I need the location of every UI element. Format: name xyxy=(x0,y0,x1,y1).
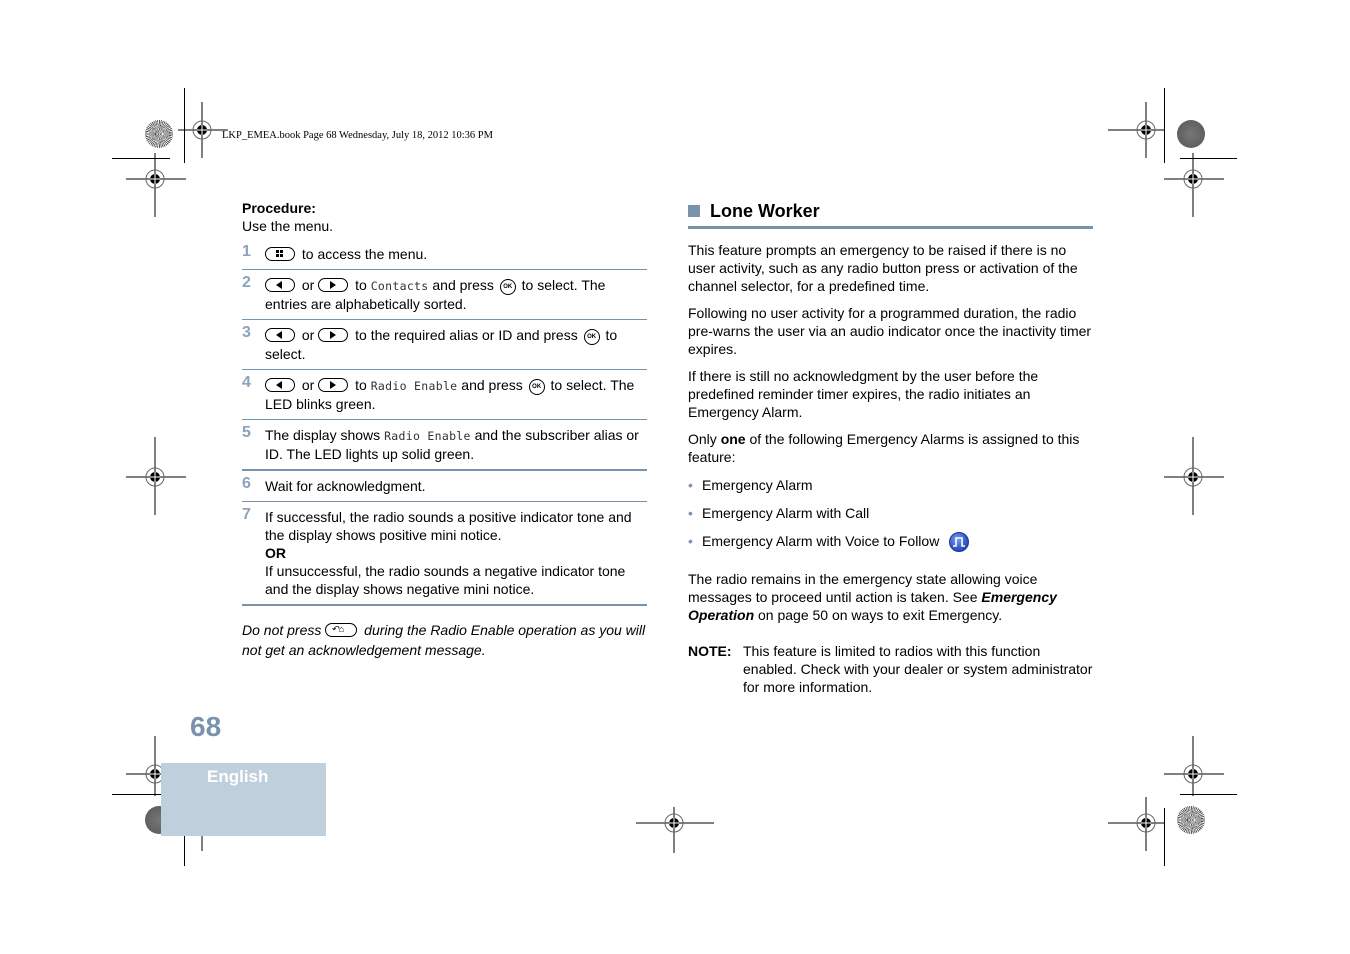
left-arrow-key-icon xyxy=(265,328,295,342)
paragraph: If there is still no acknowledgment by t… xyxy=(688,368,1039,420)
step-text: If unsuccessful, the radio sounds a nega… xyxy=(265,563,626,597)
list-item: • Emergency Alarm with Call xyxy=(688,504,1093,522)
left-arrow-key-icon xyxy=(265,378,295,392)
step-2: 2 or to Contacts and press OK to select.… xyxy=(242,270,647,320)
registration-star-icon xyxy=(1177,806,1205,834)
note-text: This feature is limited to radios with t… xyxy=(743,643,1093,695)
paragraph: The radio remains in the emergency state… xyxy=(688,570,1093,624)
para-text: Only xyxy=(688,431,717,447)
step-text: and press xyxy=(461,377,523,393)
list-item-text: Emergency Alarm with Call xyxy=(702,505,870,521)
procedure-note: Do not press ↶⌂ during the Radio Enable … xyxy=(242,620,647,660)
section-heading: Lone Worker xyxy=(688,199,1093,229)
step-number: 7 xyxy=(242,506,251,523)
step-3: 3 or to the required alias or ID and pre… xyxy=(242,320,647,370)
section-title: Lone Worker xyxy=(710,201,820,221)
language-label: English xyxy=(207,767,269,786)
registration-target-icon xyxy=(1164,437,1224,522)
page-number: 68 xyxy=(190,711,222,742)
step-7: 7 If successful, the radio sounds a posi… xyxy=(242,502,647,606)
paragraph: Only one of the following Emergency Alar… xyxy=(688,430,1093,466)
step-or: OR xyxy=(265,545,286,561)
lone-worker-section: Lone Worker This feature prompts an emer… xyxy=(688,199,1093,696)
bullet-icon: • xyxy=(688,477,693,493)
ok-key-icon: OK xyxy=(528,379,545,395)
para-text: of the following Emergency Alarms is ass… xyxy=(688,431,1080,465)
language-tab: English xyxy=(161,763,326,836)
ok-key-icon: OK xyxy=(583,329,600,345)
procedure-intro: Use the menu. xyxy=(242,218,334,234)
step-text: to the required alias or ID and press xyxy=(355,327,578,343)
list-item-text: Emergency Alarm xyxy=(702,477,813,493)
paragraph: This feature prompts an emergency to be … xyxy=(688,242,1078,294)
procedure-title: Procedure: xyxy=(242,200,316,216)
step-number: 2 xyxy=(242,274,251,291)
bullet-icon: • xyxy=(688,533,693,549)
step-text: or xyxy=(301,377,315,393)
para-text: on page 50 on ways to exit Emergency. xyxy=(758,607,1003,623)
procedure-steps: 1 to access the menu. 2 or to Contacts a… xyxy=(242,243,647,606)
step-number: 4 xyxy=(242,374,251,391)
paragraph: Following no user activity for a program… xyxy=(688,305,1092,357)
step-number: 5 xyxy=(242,424,251,441)
registration-target-icon xyxy=(1164,153,1224,222)
step-text: The display shows xyxy=(265,427,381,443)
para-bold: one xyxy=(720,431,746,447)
step-1: 1 to access the menu. xyxy=(242,243,647,270)
list-item: • Emergency Alarm xyxy=(688,476,1093,494)
step-number: 1 xyxy=(242,243,251,260)
procedure-column: Procedure: Use the menu. 1 to access the… xyxy=(242,199,647,660)
display-text: Radio Enable xyxy=(384,429,471,443)
note-label: NOTE: xyxy=(688,643,732,659)
registration-target-icon xyxy=(1108,100,1168,165)
registration-target-icon xyxy=(1108,795,1168,860)
registration-target-icon xyxy=(126,153,186,222)
display-text: Radio Enable xyxy=(370,379,458,393)
menu-key-icon xyxy=(265,247,295,261)
step-4: 4 or to Radio Enable and press OK to sel… xyxy=(242,370,647,420)
print-header: LKP_EMEA.book Page 68 Wednesday, July 18… xyxy=(222,130,493,141)
registration-target-icon xyxy=(636,805,714,860)
note: NOTE: This feature is limited to radios … xyxy=(688,642,1093,696)
step-text: to xyxy=(355,377,367,393)
step-5: 5 The display shows Radio Enable and the… xyxy=(242,420,647,471)
step-text: or xyxy=(301,327,315,343)
list-item: • Emergency Alarm with Voice to Follow xyxy=(688,532,1093,552)
display-text: Contacts xyxy=(370,279,429,293)
step-number: 3 xyxy=(242,324,251,341)
bullet-icon: • xyxy=(688,505,693,521)
step-number: 6 xyxy=(242,475,251,492)
registration-star-icon xyxy=(145,120,173,148)
alarm-list: • Emergency Alarm • Emergency Alarm with… xyxy=(688,476,1093,552)
step-text: to xyxy=(355,277,367,293)
step-text: to access the menu. xyxy=(301,246,428,262)
step-text: If successful, the radio sounds a positi… xyxy=(265,509,632,543)
note-text: Do not press xyxy=(242,622,322,638)
right-arrow-key-icon xyxy=(318,278,349,292)
registration-target-icon xyxy=(1164,736,1224,805)
ok-key-icon: OK xyxy=(499,279,516,295)
registration-star-icon xyxy=(1177,120,1205,148)
registration-target-icon xyxy=(126,437,186,522)
pulse-wave-icon xyxy=(949,532,970,552)
step-text: and press xyxy=(432,277,494,293)
heading-square-icon xyxy=(688,205,700,217)
step-text: Wait for acknowledgment. xyxy=(265,478,426,494)
back-home-key-icon: ↶⌂ xyxy=(325,623,358,637)
right-arrow-key-icon xyxy=(318,378,349,392)
step-6: 6 Wait for acknowledgment. xyxy=(242,471,647,502)
left-arrow-key-icon xyxy=(265,278,295,292)
step-text: or xyxy=(301,277,315,293)
list-item-text: Emergency Alarm with Voice to Follow xyxy=(702,533,940,549)
right-arrow-key-icon xyxy=(318,328,349,342)
